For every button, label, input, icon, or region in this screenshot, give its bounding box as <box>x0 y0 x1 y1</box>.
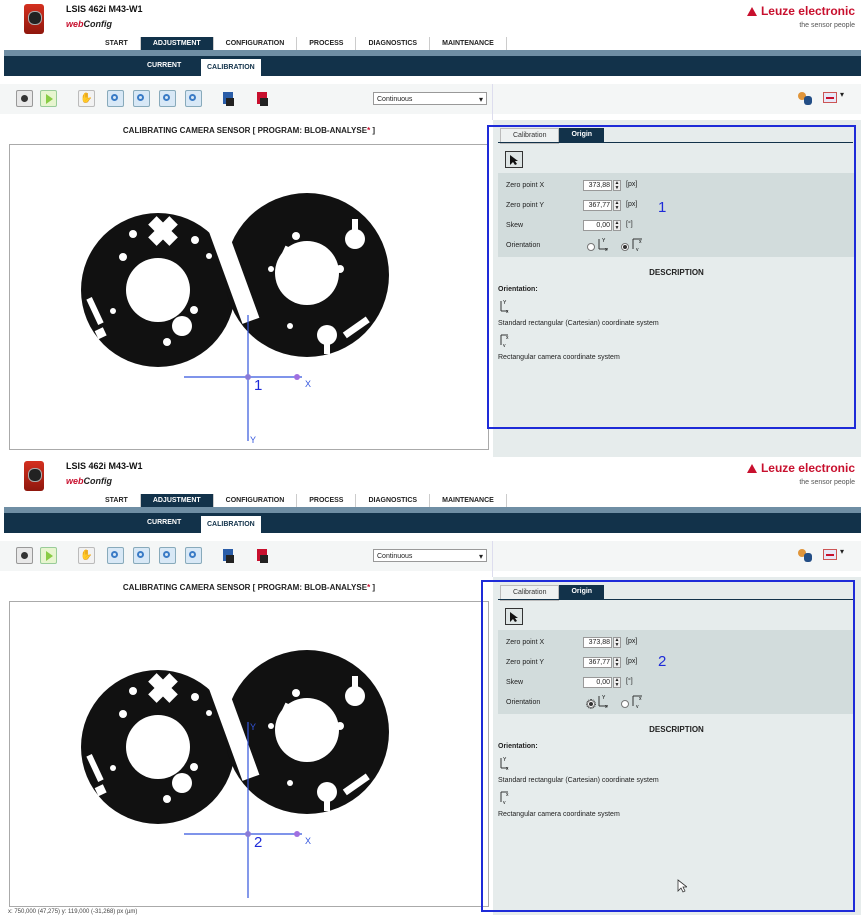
main-nav: START ADJUSTMENT CONFIGURATION PROCESS D… <box>93 37 507 50</box>
main-nav: START ADJUSTMENT CONFIGURATION PROCESS D… <box>93 494 507 507</box>
zoom-reset-icon[interactable] <box>185 547 202 564</box>
sub-nav: CURRENT CALIBRATION <box>4 50 861 76</box>
subtab-calibration[interactable]: CALIBRATION <box>201 59 261 76</box>
user-icon[interactable] <box>797 90 813 106</box>
brand-tagline: the sensor people <box>799 479 855 486</box>
zoom-reset-icon[interactable] <box>185 90 202 107</box>
user-icon[interactable] <box>797 547 813 563</box>
highlight-frame <box>481 580 855 912</box>
play-icon[interactable] <box>40 90 57 107</box>
tab-start[interactable]: START <box>93 37 141 50</box>
tab-configuration[interactable]: CONFIGURATION <box>214 37 298 50</box>
toolbar: ✋ Continuous ▾ <box>0 541 861 577</box>
camera-image[interactable]: X Y <box>9 144 489 450</box>
camera-icon[interactable] <box>16 547 33 564</box>
svg-text:X: X <box>305 379 311 389</box>
mode-select[interactable]: Continuous <box>373 549 487 563</box>
highlight-frame <box>487 125 856 429</box>
svg-text:Y: Y <box>250 435 256 445</box>
subtab-current[interactable]: CURRENT <box>147 62 181 69</box>
tab-diagnostics[interactable]: DIAGNOSTICS <box>356 37 431 50</box>
toolbar: ✋ Continuous ▾ <box>0 84 861 120</box>
header: LSIS 462i M43-W1 webConfig Leuze electro… <box>0 457 861 494</box>
tab-diagnostics[interactable]: DIAGNOSTICS <box>356 494 431 507</box>
language-flag-icon[interactable] <box>823 92 837 103</box>
header: LSIS 462i M43-W1 webConfig Leuze electro… <box>0 0 861 37</box>
zoom-out-icon[interactable] <box>133 90 150 107</box>
page-title: CALIBRATING CAMERA SENSOR [ PROGRAM: BLO… <box>122 126 376 135</box>
tab-adjustment[interactable]: ADJUSTMENT <box>140 494 214 507</box>
screen-state-1: LSIS 462i M43-W1 webConfig Leuze electro… <box>0 0 861 457</box>
svg-text:Y: Y <box>250 722 256 732</box>
device-title: LSIS 462i M43-W1 <box>66 4 143 14</box>
language-flag-icon[interactable] <box>823 549 837 560</box>
subtab-calibration[interactable]: CALIBRATION <box>201 516 261 533</box>
device-icon <box>24 4 44 34</box>
chevron-down-icon[interactable]: ▾ <box>840 90 844 99</box>
brand-tagline: the sensor people <box>799 22 855 29</box>
sub-nav: CURRENT CALIBRATION <box>4 507 861 533</box>
webconfig-logo: webConfig <box>66 476 113 486</box>
screen-state-2: LSIS 462i M43-W1 webConfig Leuze electro… <box>0 457 861 915</box>
camera-icon[interactable] <box>16 90 33 107</box>
leuze-triangle-icon <box>746 7 757 16</box>
device-title: LSIS 462i M43-W1 <box>66 461 143 471</box>
coordinate-readout: x: 750,000 (47,275) y: 119,000 (-31,268)… <box>8 909 138 915</box>
toolbar-divider <box>492 541 493 577</box>
camera-image[interactable]: X Y <box>9 601 489 907</box>
tab-adjustment[interactable]: ADJUSTMENT <box>140 37 214 50</box>
subtab-current[interactable]: CURRENT <box>147 519 181 526</box>
page-title: CALIBRATING CAMERA SENSOR [ PROGRAM: BLO… <box>122 583 376 592</box>
brand-logo: Leuze electronic <box>746 461 855 475</box>
zoom-in-icon[interactable] <box>107 90 124 107</box>
tab-process[interactable]: PROCESS <box>297 37 357 50</box>
toolbar-divider <box>492 84 493 120</box>
device-icon <box>24 461 44 491</box>
save-red-icon[interactable] <box>254 90 271 107</box>
chevron-down-icon[interactable]: ▾ <box>840 547 844 556</box>
tab-maintenance[interactable]: MAINTENANCE <box>430 37 507 50</box>
save-red-icon[interactable] <box>254 547 271 564</box>
svg-text:X: X <box>305 836 311 846</box>
save-icon[interactable] <box>220 547 237 564</box>
zoom-in-icon[interactable] <box>107 547 124 564</box>
mouse-cursor-icon <box>677 879 689 895</box>
zoom-fit-icon[interactable] <box>159 90 176 107</box>
mode-select[interactable]: Continuous <box>373 92 487 106</box>
tab-maintenance[interactable]: MAINTENANCE <box>430 494 507 507</box>
webconfig-logo: webConfig <box>66 19 113 29</box>
brand-logo: Leuze electronic <box>746 4 855 18</box>
tab-configuration[interactable]: CONFIGURATION <box>214 494 298 507</box>
tab-start[interactable]: START <box>93 494 141 507</box>
tab-process[interactable]: PROCESS <box>297 494 357 507</box>
hand-icon[interactable]: ✋ <box>78 90 95 107</box>
zoom-fit-icon[interactable] <box>159 547 176 564</box>
save-icon[interactable] <box>220 90 237 107</box>
hand-icon[interactable]: ✋ <box>78 547 95 564</box>
zoom-out-icon[interactable] <box>133 547 150 564</box>
leuze-triangle-icon <box>746 464 757 473</box>
callout-marker: 2 <box>254 834 263 851</box>
play-icon[interactable] <box>40 547 57 564</box>
callout-marker: 1 <box>254 377 263 394</box>
